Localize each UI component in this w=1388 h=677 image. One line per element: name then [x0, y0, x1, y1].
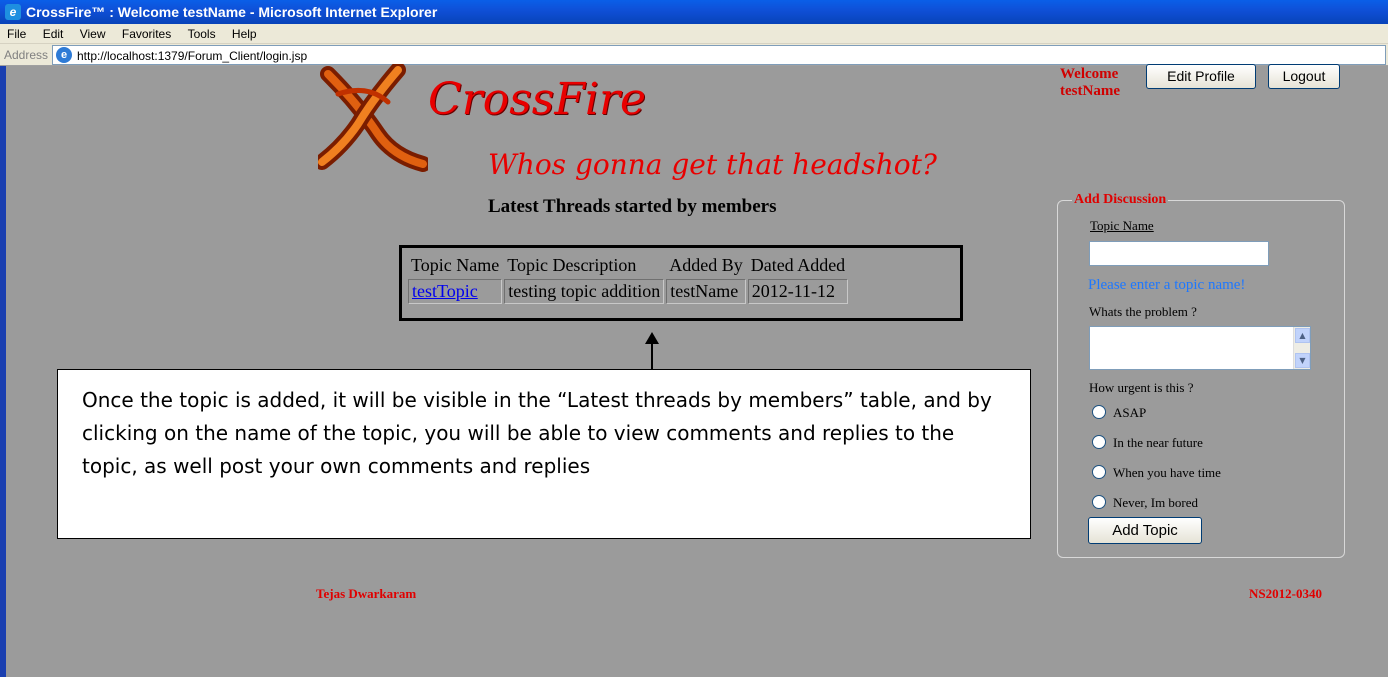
latest-threads-table: Topic Name Topic Description Added By Da… — [399, 245, 963, 321]
problem-textarea[interactable]: ▲ ▼ — [1089, 326, 1311, 370]
crossfire-logo-icon — [318, 64, 428, 172]
description-cell: testing topic addition — [504, 279, 665, 304]
address-label: Address — [4, 48, 49, 62]
edit-profile-button[interactable]: Edit Profile — [1146, 64, 1256, 89]
welcome-text: Welcome testName — [1060, 66, 1140, 100]
add-discussion-panel: Add Discussion Topic Name Please enter a… — [1057, 192, 1345, 558]
menu-edit[interactable]: Edit — [36, 24, 70, 41]
table-row: testTopic testing topic addition testNam… — [408, 279, 849, 304]
radio-button[interactable] — [1092, 495, 1106, 509]
menu-bar: File Edit View Favorites Tools Help — [0, 24, 1388, 44]
add-topic-button[interactable]: Add Topic — [1088, 517, 1202, 544]
ie-app-icon: e — [5, 4, 21, 20]
threads-heading: Latest Threads started by members — [488, 196, 777, 217]
column-header: Dated Added — [750, 255, 846, 275]
radio-label: In the near future — [1113, 435, 1203, 450]
radio-label: Never, Im bored — [1113, 495, 1199, 510]
column-header: Topic Name — [411, 255, 500, 275]
scroll-down-icon[interactable]: ▼ — [1295, 353, 1310, 368]
footer-student-id: NS2012-0340 — [1249, 586, 1322, 601]
table-header-row: Topic Name Topic Description Added By Da… — [408, 254, 848, 277]
logo-tagline: Whos gonna get that headshot? — [488, 148, 937, 181]
menu-file[interactable]: File — [0, 24, 32, 41]
welcome-message: Welcome testName — [1060, 66, 1120, 99]
problem-label: Whats the problem ? — [1089, 304, 1197, 319]
page-icon: e — [56, 47, 72, 63]
added-by-cell: testName — [666, 279, 746, 304]
annotation-callout: Once the topic is added, it will be visi… — [57, 369, 1031, 539]
menu-help[interactable]: Help — [225, 24, 263, 41]
date-cell: 2012-11-12 — [747, 279, 849, 304]
urgency-label: How urgent is this ? — [1089, 380, 1194, 395]
textarea-scrollbar[interactable]: ▲ ▼ — [1293, 327, 1310, 369]
column-header: Topic Description — [507, 255, 637, 275]
topic-error-message: Please enter a topic name! — [1088, 277, 1246, 293]
window-title: CrossFire™ : Welcome testName - Microsof… — [26, 4, 438, 20]
radio-label: ASAP — [1113, 405, 1147, 420]
topic-name-label: Topic Name — [1090, 218, 1154, 233]
address-input[interactable]: e http://localhost:1379/Forum_Client/log… — [52, 45, 1386, 65]
topic-cell: testTopic — [408, 279, 503, 304]
add-discussion-legend: Add Discussion — [1072, 192, 1169, 208]
radio-button[interactable] — [1092, 405, 1106, 419]
window-titlebar: e CrossFire™ : Welcome testName - Micros… — [0, 0, 1388, 24]
topic-link[interactable]: testTopic — [412, 281, 478, 301]
logo-title: CrossFire — [428, 74, 647, 125]
address-url: http://localhost:1379/Forum_Client/login… — [77, 49, 308, 63]
arrow-shaft — [651, 340, 653, 372]
topic-name-input[interactable] — [1089, 241, 1269, 266]
radio-button[interactable] — [1092, 465, 1106, 479]
menu-tools[interactable]: Tools — [181, 24, 222, 41]
scroll-up-icon[interactable]: ▲ — [1295, 328, 1310, 343]
column-header: Added By — [669, 255, 743, 275]
menu-view[interactable]: View — [73, 24, 112, 41]
address-bar: Address e http://localhost:1379/Forum_Cl… — [0, 44, 1388, 66]
radio-label: When you have time — [1113, 465, 1221, 480]
logout-button[interactable]: Logout — [1268, 64, 1340, 89]
footer-author: Tejas Dwarkaram — [316, 586, 417, 601]
radio-button[interactable] — [1092, 435, 1106, 449]
menu-favorites[interactable]: Favorites — [115, 24, 177, 41]
